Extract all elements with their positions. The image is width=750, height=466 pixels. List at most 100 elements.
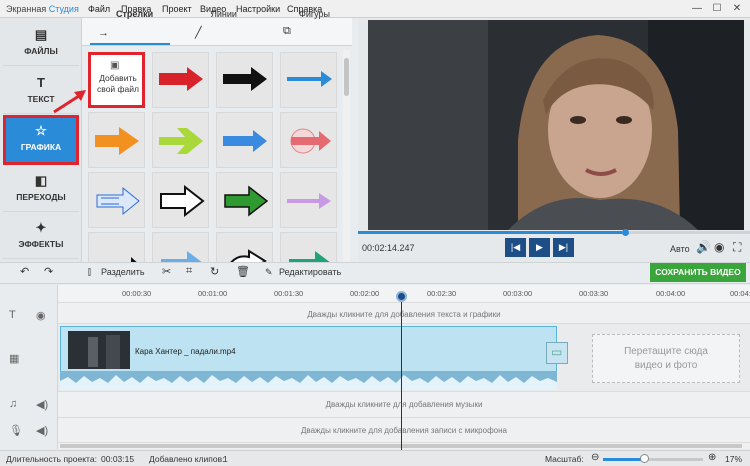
audio-waveform: [60, 371, 557, 390]
skip-back-icon: |◀: [510, 242, 521, 252]
microphone-icon: 🎙: [9, 425, 23, 437]
ruler-tick: 00:04:00: [656, 289, 686, 298]
ruler-tick: 00:03:30: [579, 289, 609, 298]
trash-icon[interactable]: 🗑: [236, 265, 250, 278]
volume-icon[interactable]: 🔊: [696, 240, 711, 254]
nav-transitions-label: ПЕРЕХОДЫ: [16, 192, 66, 202]
preview-progress-handle[interactable]: [622, 229, 629, 236]
media-dropzone[interactable]: Перетащите сюда видео и фото: [592, 334, 740, 383]
arrow-tile-black-thin[interactable]: [88, 232, 145, 262]
arrow-tile-green[interactable]: [216, 172, 273, 228]
menu-file[interactable]: Файл: [88, 4, 110, 14]
redo-icon[interactable]: ↷: [44, 265, 53, 278]
ruler-tick: 00:02:30: [427, 289, 457, 298]
edit-button[interactable]: Редактировать: [279, 267, 341, 277]
maximize-button[interactable]: ☐: [710, 2, 724, 15]
next-button[interactable]: ▶|: [553, 238, 574, 257]
line-icon: ╱: [195, 27, 202, 39]
previous-button[interactable]: |◀: [505, 238, 526, 257]
folder-icon: ▤: [34, 27, 48, 42]
zoom-slider-handle[interactable]: [640, 454, 649, 463]
menu-settings[interactable]: Настройки: [236, 4, 280, 14]
arrow-tile-blue-striped[interactable]: [88, 172, 145, 228]
playhead-line: [401, 298, 402, 450]
play-button[interactable]: ▶: [529, 238, 550, 257]
add-file-label: Добавить свой файл: [93, 73, 143, 95]
nav-transitions[interactable]: ◧ ПЕРЕХОДЫ: [3, 168, 79, 212]
shapes-icon: ⧉: [283, 25, 291, 37]
arrow-tile-orange[interactable]: [88, 112, 145, 168]
arrow-tile-blue[interactable]: [216, 112, 273, 168]
title-bar: [0, 0, 750, 18]
zoom-label: Масштаб:: [545, 454, 584, 464]
mic-speaker-icon[interactable]: ◀): [36, 424, 48, 437]
arrow-tile-teal[interactable]: [280, 232, 337, 262]
transition-slot[interactable]: ▭: [546, 342, 568, 364]
tab-lines[interactable]: Линии: [211, 9, 237, 19]
add-file-line2: свой файл: [97, 84, 139, 94]
nav-effects[interactable]: ✦ ЭФФЕКТЫ: [3, 215, 79, 259]
clips-value: 1: [223, 454, 228, 464]
duration-label: Длительность проекта:: [6, 454, 97, 464]
add-file-line1: Добавить: [99, 73, 137, 83]
arrow-tile-lime[interactable]: [152, 112, 209, 168]
arrow-tile-black[interactable]: [216, 52, 273, 108]
camera-icon[interactable]: ◉: [714, 240, 724, 254]
minimize-button[interactable]: —: [690, 2, 704, 15]
ruler-tick: 00:04:3: [730, 289, 750, 298]
ruler-tick: 00:01:00: [198, 289, 228, 298]
split-button[interactable]: Разделить: [101, 267, 145, 277]
add-file-tile[interactable]: ▣ Добавить свой файл: [88, 52, 145, 108]
speaker-icon[interactable]: ◀): [36, 398, 48, 411]
crop-icon[interactable]: ⌗: [186, 265, 192, 278]
close-button[interactable]: ✕: [730, 2, 744, 15]
arrow-tile-violet[interactable]: [280, 172, 337, 228]
arrow-tile-outline[interactable]: [152, 172, 209, 228]
arrow-tile-red[interactable]: [152, 52, 209, 108]
clip-name: Кара Хантер _ падали.mp4: [135, 347, 236, 356]
menu-project[interactable]: Проект: [162, 4, 192, 14]
video-track-icon: ▦: [9, 353, 20, 365]
app-name-part2: Студия: [48, 4, 79, 14]
nav-graphics[interactable]: ☆ ГРАФИКА: [3, 115, 79, 165]
video-preview[interactable]: [368, 20, 744, 230]
timecode: 00:02:14.247: [362, 243, 415, 253]
arrow-tile-blue-thin[interactable]: [280, 52, 337, 108]
ruler-tick: 00:01:30: [274, 289, 304, 298]
tab-arrows[interactable]: Стрелки: [116, 9, 153, 19]
magic-wand-icon: ✦: [35, 220, 47, 235]
eye-icon[interactable]: ◉: [36, 309, 46, 322]
app-name-part1: Экранная: [6, 4, 49, 14]
tab-bar: [82, 18, 352, 46]
edit-icon: ✎: [265, 267, 273, 277]
zoom-out-icon[interactable]: ⊖: [591, 452, 599, 463]
dropzone-line1: Перетащите сюда: [624, 346, 708, 357]
scissors-icon[interactable]: ✂: [162, 265, 171, 278]
transition-icon: ▭: [551, 345, 563, 359]
text-track-hint: Дважды кликните для добавления текста и …: [307, 310, 501, 319]
arrow-tile-blue-double[interactable]: [152, 232, 209, 262]
ruler-tick: 00:00:30: [122, 289, 152, 298]
rotate-icon[interactable]: ↻: [210, 265, 219, 278]
ruler-tick: 00:03:00: [503, 289, 533, 298]
undo-icon[interactable]: ↶: [20, 265, 29, 278]
grid-scrollbar-thumb[interactable]: [344, 58, 349, 96]
skip-forward-icon: ▶|: [558, 242, 569, 252]
duration-value: 00:03:15: [101, 454, 135, 464]
playhead-handle[interactable]: [396, 291, 407, 302]
clip-thumbnail: [68, 331, 130, 369]
nav-graphics-label: ГРАФИКА: [20, 142, 62, 152]
nav-files-label: ФАЙЛЫ: [24, 46, 58, 56]
tab-shapes[interactable]: Фигуры: [299, 9, 330, 19]
image-file-icon: ▣: [110, 60, 120, 71]
zoom-in-icon[interactable]: ⊕: [708, 452, 716, 463]
quality-auto[interactable]: Авто: [670, 244, 690, 254]
music-track-hint: Дважды кликните для добавления музыки: [325, 400, 483, 409]
transitions-icon: ◧: [34, 173, 48, 188]
fullscreen-icon[interactable]: ⛶: [733, 240, 741, 255]
nav-files[interactable]: ▤ ФАЙЛЫ: [3, 22, 79, 66]
save-video-button[interactable]: СОХРАНИТЬ ВИДЕО: [650, 263, 746, 282]
arrow-tile-pink[interactable]: [280, 112, 337, 168]
music-icon: ♫: [9, 398, 18, 410]
arrow-tile-curved[interactable]: [216, 232, 273, 262]
